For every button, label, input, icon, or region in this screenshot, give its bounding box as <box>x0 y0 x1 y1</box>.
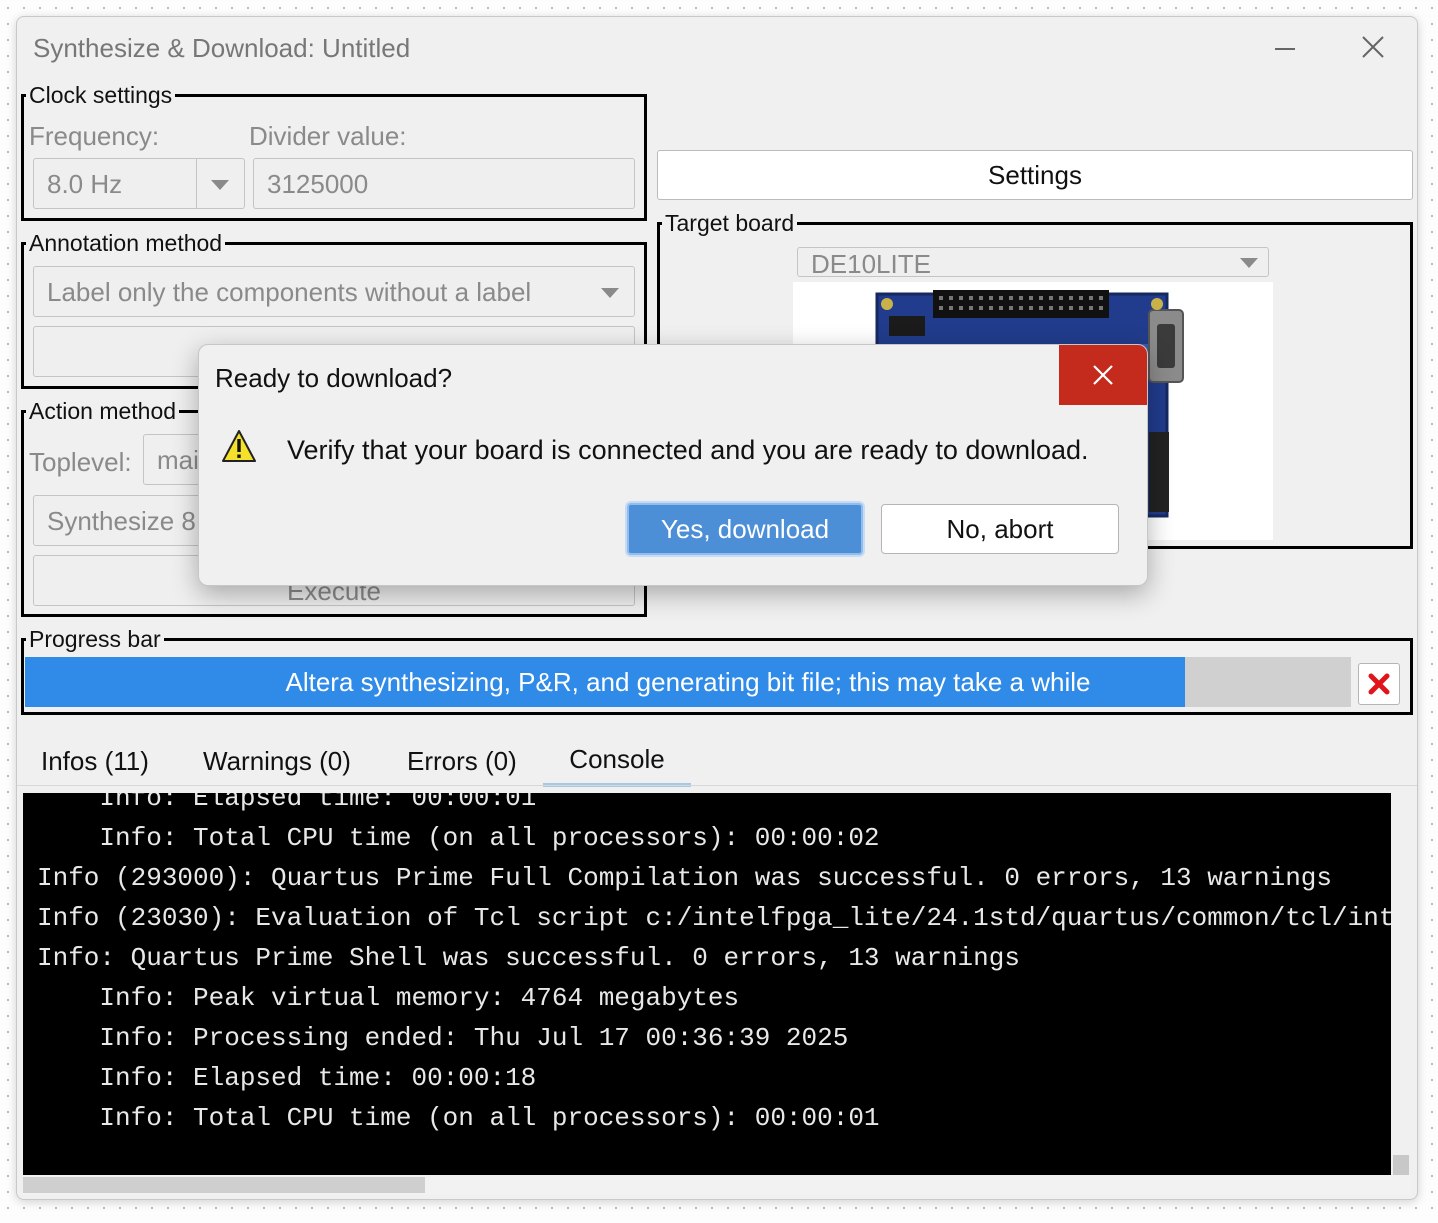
vertical-scrollbar-thumb[interactable] <box>1393 1155 1409 1175</box>
tab-console[interactable]: Console <box>543 735 691 787</box>
dialog-close-icon <box>1093 365 1113 385</box>
console-line: Info (293000): Quartus Prime Full Compil… <box>37 863 1333 893</box>
tab-errors[interactable]: Errors (0) <box>407 735 517 787</box>
console-line: Info: Total CPU time (on all processors)… <box>37 823 880 853</box>
tab-warnings[interactable]: Warnings (0) <box>203 735 351 787</box>
console-vertical-scrollbar[interactable] <box>1391 793 1411 1175</box>
dropdown-arrow-icon <box>211 180 229 190</box>
dialog-message: Verify that your board is connected and … <box>287 435 1089 465</box>
toplevel-label: Toplevel: <box>29 447 132 477</box>
warning-icon <box>221 429 257 468</box>
minimize-button[interactable] <box>1257 27 1313 67</box>
frequency-label: Frequency: <box>29 121 160 151</box>
progress-bar-legend: Progress bar <box>29 626 161 652</box>
settings-button[interactable]: Settings <box>657 150 1413 200</box>
yes-download-button[interactable]: Yes, download <box>627 503 863 555</box>
cancel-x-icon <box>1368 673 1390 695</box>
title-bar: Synthesize & Download: Untitled <box>17 17 1417 79</box>
tab-divider <box>17 785 1417 786</box>
minimize-icon <box>1275 48 1295 50</box>
window-close-button[interactable] <box>1345 27 1401 67</box>
console-line: Info (23030): Evaluation of Tcl script c… <box>37 903 1391 933</box>
annotation-method-legend: Annotation method <box>29 230 223 256</box>
dialog-title: Ready to download? <box>215 363 453 393</box>
dropdown-arrow-icon <box>601 288 619 298</box>
action-value: Synthesize 8 <box>47 506 196 536</box>
divider-label: Divider value: <box>249 121 407 151</box>
console-line: Info: Quartus Prime Shell was successful… <box>37 943 1020 973</box>
target-board-dropdown[interactable]: DE10LITE <box>797 247 1269 279</box>
divider-value: 3125000 <box>267 169 369 199</box>
console-line: Info: Total CPU time (on all processors)… <box>37 1103 880 1133</box>
dialog-close-button[interactable] <box>1059 345 1147 405</box>
frequency-value: 8.0 Hz <box>47 169 123 199</box>
console-output[interactable]: Info: Elapsed time: 00:00:01 Info: Total… <box>23 793 1391 1175</box>
tab-infos[interactable]: Infos (11) <box>41 735 149 787</box>
annotation-method-value: Label only the components without a labe… <box>47 277 532 307</box>
clock-settings-legend: Clock settings <box>29 82 173 108</box>
frequency-dropdown[interactable]: 8.0 Hz <box>33 158 245 209</box>
no-abort-button[interactable]: No, abort <box>881 504 1119 554</box>
divider-value-field[interactable]: 3125000 <box>253 158 635 209</box>
progress-bar: Altera synthesizing, P&R, and generating… <box>25 657 1351 707</box>
dropdown-arrow-icon <box>1240 258 1258 268</box>
toplevel-value: mai <box>157 445 199 475</box>
download-confirm-dialog: Ready to download? Verify that your boar… <box>198 344 1148 586</box>
console-line: Info: Processing ended: Thu Jul 17 00:36… <box>37 1023 849 1053</box>
annotation-method-dropdown[interactable]: Label only the components without a labe… <box>33 266 635 317</box>
target-board-legend: Target board <box>665 210 795 236</box>
console-line: Info: Elapsed time: 00:00:18 <box>37 1063 537 1093</box>
window-title: Synthesize & Download: Untitled <box>33 33 411 63</box>
horizontal-scrollbar-thumb[interactable] <box>23 1177 425 1193</box>
progress-bar-text: Altera synthesizing, P&R, and generating… <box>285 666 1091 697</box>
console-horizontal-scrollbar[interactable] <box>23 1175 1411 1195</box>
action-method-legend: Action method <box>29 398 177 424</box>
synthesize-download-window: Synthesize & Download: Untitled Clock se… <box>16 16 1418 1200</box>
target-board-value: DE10LITE <box>811 249 931 279</box>
cancel-progress-button[interactable] <box>1358 663 1400 705</box>
console-line: Info: Peak virtual memory: 4764 megabyte… <box>37 983 740 1013</box>
console-line: Info: Elapsed time: 00:00:01 <box>37 793 537 813</box>
close-icon <box>1362 36 1384 58</box>
